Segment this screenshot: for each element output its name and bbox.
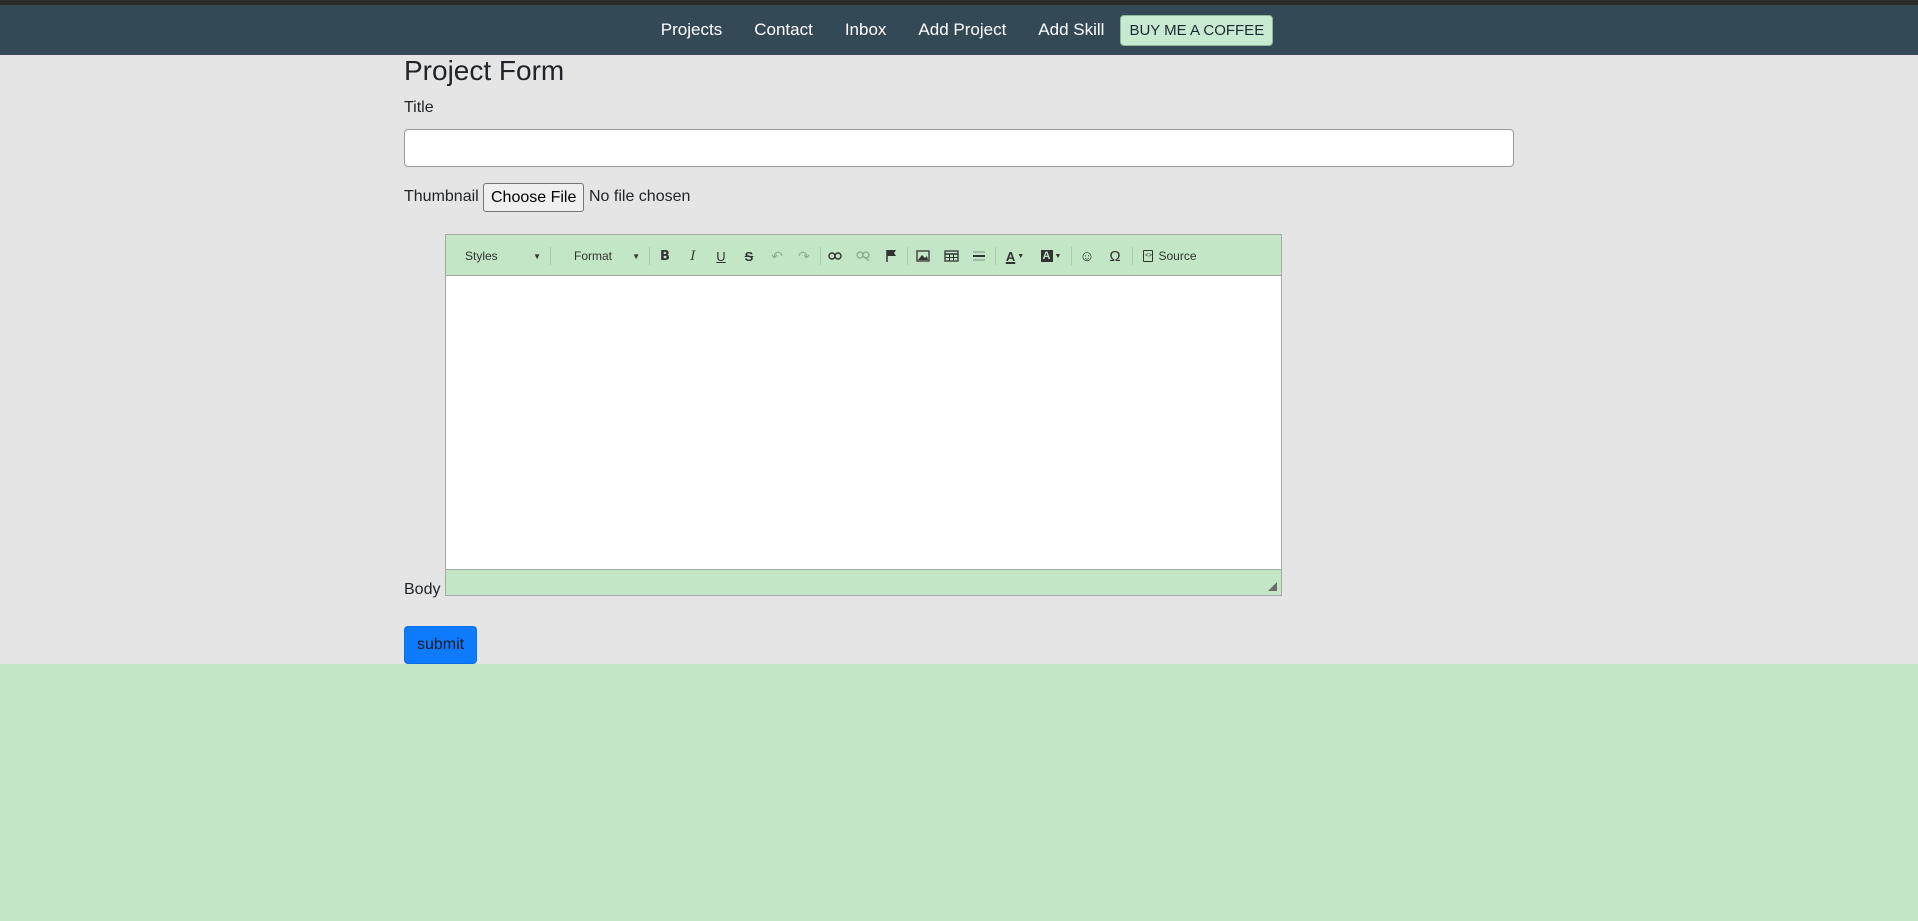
navbar: Projects Contact Inbox Add Project Add S… <box>0 5 1918 55</box>
file-status-text: No file chosen <box>589 188 691 205</box>
title-label: Title <box>404 99 434 116</box>
format-dropdown[interactable]: Format ▼ <box>556 245 646 267</box>
rich-text-editor: Styles ▼ Format ▼ B I U S ↶ ↷ A ▼ A ▼ ☺ … <box>445 234 1282 596</box>
image-icon[interactable] <box>912 245 934 267</box>
strikethrough-icon[interactable]: S <box>738 245 760 267</box>
styles-dropdown[interactable]: Styles ▼ <box>447 245 547 267</box>
source-button[interactable]: <> Source <box>1137 245 1203 267</box>
title-input[interactable] <box>404 129 1514 167</box>
redo-icon[interactable]: ↷ <box>793 245 815 267</box>
format-dropdown-label: Format <box>574 249 613 263</box>
editor-statusbar <box>446 569 1281 595</box>
toolbar-separator <box>649 247 650 265</box>
choose-file-button[interactable]: Choose File <box>483 183 585 212</box>
chevron-down-icon: ▼ <box>1017 252 1025 260</box>
chevron-down-icon: ▼ <box>632 251 640 261</box>
nav-link-add-skill[interactable]: Add Skill <box>1022 20 1120 40</box>
underline-icon[interactable]: U <box>710 245 732 267</box>
background-color-glyph: A <box>1040 250 1053 262</box>
chevron-down-icon: ▼ <box>1054 252 1062 260</box>
toolbar-separator <box>1071 247 1072 265</box>
undo-icon[interactable]: ↶ <box>766 245 788 267</box>
buy-me-a-coffee-button[interactable]: BUY ME A COFFEE <box>1120 14 1274 46</box>
submit-button[interactable]: submit <box>404 626 477 664</box>
toolbar-separator <box>995 247 996 265</box>
anchor-icon[interactable] <box>880 245 902 267</box>
table-icon[interactable] <box>940 245 962 267</box>
bold-icon[interactable]: B <box>654 245 676 267</box>
nav-link-contact[interactable]: Contact <box>738 20 829 40</box>
editor-body-area[interactable] <box>446 277 1281 569</box>
special-char-icon[interactable]: Ω <box>1104 245 1126 267</box>
text-color-icon[interactable]: A ▼ <box>1000 245 1030 267</box>
body-label: Body <box>404 581 441 598</box>
source-icon: <> <box>1143 250 1154 262</box>
horizontal-line-icon[interactable] <box>968 245 990 267</box>
unlink-icon[interactable] <box>852 245 874 267</box>
italic-icon[interactable]: I <box>682 245 704 267</box>
main-content: Project Form Title Thumbnail Choose File… <box>0 55 1918 664</box>
background-color-icon[interactable]: A ▼ <box>1036 245 1066 267</box>
resize-handle-icon[interactable] <box>1268 582 1277 591</box>
thumbnail-label: Thumbnail <box>404 188 479 205</box>
editor-toolbar: Styles ▼ Format ▼ B I U S ↶ ↷ A ▼ A ▼ ☺ … <box>446 235 1281 276</box>
nav-link-inbox[interactable]: Inbox <box>829 20 903 40</box>
toolbar-separator <box>820 247 821 265</box>
source-button-label: Source <box>1158 249 1197 263</box>
smiley-icon[interactable]: ☺ <box>1076 245 1098 267</box>
link-icon[interactable] <box>824 245 846 267</box>
page-title: Project Form <box>404 55 565 86</box>
nav-link-add-project[interactable]: Add Project <box>902 20 1022 40</box>
chevron-down-icon: ▼ <box>533 251 541 261</box>
toolbar-separator <box>1132 247 1133 265</box>
toolbar-separator <box>550 247 551 265</box>
styles-dropdown-label: Styles <box>465 249 498 263</box>
text-color-glyph: A <box>1005 248 1016 264</box>
toolbar-separator <box>907 247 908 265</box>
nav-link-projects[interactable]: Projects <box>645 20 738 40</box>
